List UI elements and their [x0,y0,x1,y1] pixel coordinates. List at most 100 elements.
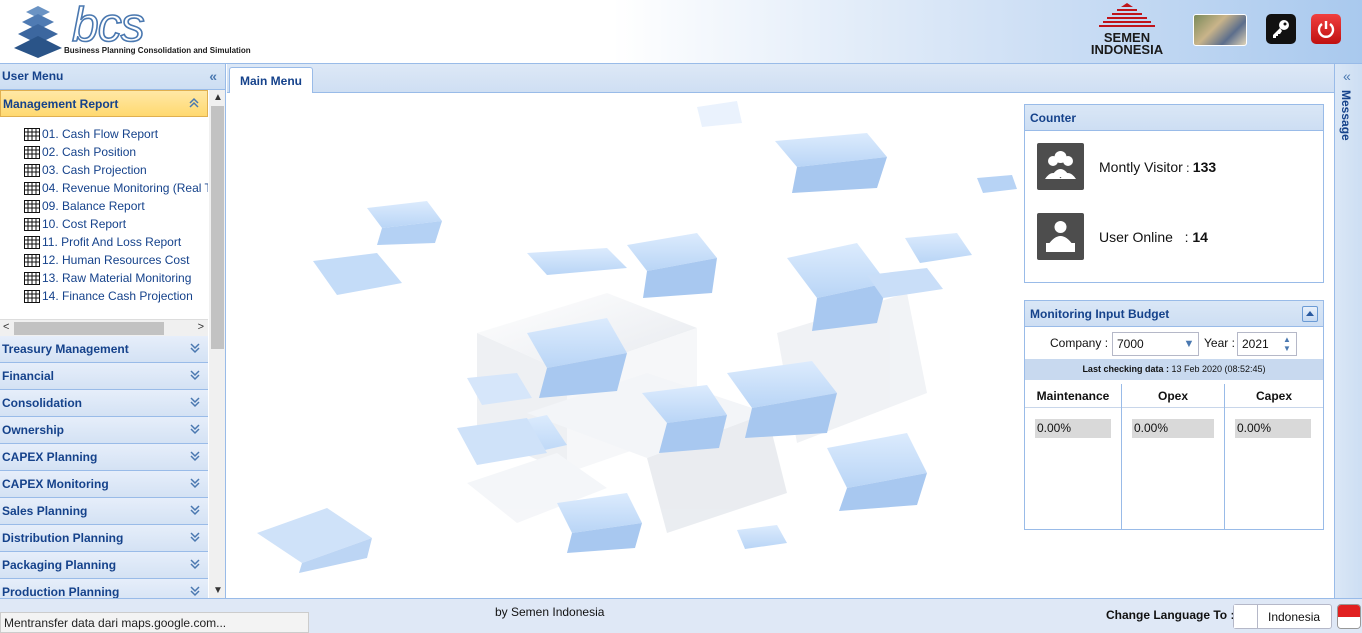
logo-word-2: INDONESIA [1090,42,1164,57]
chevron-down-icon[interactable] [189,396,201,408]
report-item[interactable]: 10. Cost Report [24,215,208,233]
report-doc-icon [24,127,40,141]
report-item[interactable]: 11. Profit And Loss Report [24,233,208,251]
report-doc-icon [24,235,40,249]
section-packaging-planning[interactable]: Packaging Planning [0,552,208,579]
spinner-icon[interactable]: ▲ ▼ [1278,333,1296,355]
scroll-right-icon[interactable]: > [198,321,204,333]
last-checking-bar: Last checking data : 13 Feb 2020 (08:52:… [1025,359,1323,380]
monitoring-budget-panel: Monitoring Input Budget Company : 7000 ▼… [1024,300,1324,530]
report-label: 13. Raw Material Monitoring [42,271,192,285]
power-icon [1317,21,1335,38]
section-ownership[interactable]: Ownership [0,417,208,444]
section-sales-planning[interactable]: Sales Planning [0,498,208,525]
scroll-down-icon[interactable]: ▼ [213,585,223,596]
report-item[interactable]: 01. Cash Flow Report [24,125,208,143]
online-count: 14 [1192,229,1208,245]
users-group-icon [1037,143,1084,190]
language-button[interactable]: Indonesia [1233,604,1332,629]
section-label: Consolidation [2,396,82,410]
section-financial[interactable]: Financial [0,363,208,390]
company-select[interactable]: 7000 ▼ [1112,332,1199,356]
section-management-report[interactable]: Management Report [0,90,208,117]
section-consolidation[interactable]: Consolidation [0,390,208,417]
chevron-down-icon[interactable]: ▼ [1180,333,1198,355]
logout-button[interactable] [1311,14,1341,44]
indonesia-flag-icon[interactable] [1337,604,1361,629]
scroll-thumb[interactable] [211,106,224,349]
report-item[interactable]: 12. Human Resources Cost [24,251,208,269]
chevron-down-icon[interactable] [189,423,201,435]
company-label: Company : [1050,336,1109,350]
tab-main-menu[interactable]: Main Menu [229,67,313,94]
scroll-left-icon[interactable]: < [3,321,9,333]
section-capex-planning[interactable]: CAPEX Planning [0,444,208,471]
chevron-down-icon[interactable] [189,450,201,462]
change-password-button[interactable] [1266,14,1296,44]
opex-column: Opex 0.00% [1122,384,1225,530]
visitor-label: Montly Visitor : 133 [1099,159,1216,175]
counter-panel-header: Counter [1025,105,1323,131]
report-label: 14. Finance Cash Projection [42,289,193,303]
chevron-down-icon[interactable] [189,558,201,570]
report-item[interactable]: 09. Balance Report [24,197,208,215]
section-label: Distribution Planning [2,531,124,545]
capex-value: 0.00% [1235,419,1311,438]
online-separator: : [1172,229,1193,245]
report-label: 10. Cost Report [42,217,127,231]
section-production-planning[interactable]: Production Planning [0,579,208,598]
user-computer-icon [1037,213,1084,260]
budget-title: Monitoring Input Budget [1030,307,1170,321]
visitor-label-text: Montly Visitor [1099,159,1183,175]
chevron-down-icon[interactable] [189,342,201,354]
section-treasury-management[interactable]: Treasury Management [0,336,208,363]
report-label: 03. Cash Projection [42,163,147,177]
message-title[interactable]: Message [1339,90,1353,141]
column-header: Opex [1122,384,1224,408]
last-check-label: Last checking data : [1082,364,1169,374]
cube-background-graphic [257,101,1017,573]
report-item[interactable]: 03. Cash Projection [24,161,208,179]
section-label: CAPEX Planning [2,450,98,464]
report-item[interactable]: 02. Cash Position [24,143,208,161]
online-label: User Online : 14 [1099,229,1208,245]
collapse-panel-button[interactable] [1302,306,1318,322]
last-check-value: 13 Feb 2020 (08:52:45) [1168,364,1266,374]
chevron-down-icon[interactable] [189,369,201,381]
expand-message-icon[interactable]: « [1343,68,1351,84]
report-item[interactable]: 14. Finance Cash Projection [24,287,208,305]
user-online-row: User Online : 14 [1037,213,1317,261]
chevron-down-icon[interactable] [189,477,201,489]
section-label: Management Report [3,97,119,111]
vertical-scrollbar[interactable]: ▲ ▼ [209,90,225,598]
chevron-down-icon[interactable] [189,504,201,516]
message-panel[interactable]: « Message [1334,64,1362,598]
user-avatar[interactable] [1193,14,1247,46]
section-label: Treasury Management [2,342,129,356]
year-stepper[interactable]: 2021 ▲ ▼ [1237,332,1297,356]
section-label: Packaging Planning [2,558,117,572]
report-label: 04. Revenue Monitoring (Real T [42,181,208,195]
report-doc-icon [24,199,40,213]
language-label: Indonesia [1268,610,1321,624]
section-capex-monitoring[interactable]: CAPEX Monitoring [0,471,208,498]
chevron-down-icon[interactable] [189,531,201,543]
report-item[interactable]: 04. Revenue Monitoring (Real T [24,179,208,197]
sidebar-title: User Menu [2,69,64,83]
horizontal-scrollbar[interactable]: < > [0,319,208,336]
scroll-up-icon[interactable]: ▲ [213,92,223,103]
section-label: Production Planning [2,585,120,598]
scroll-thumb[interactable] [14,322,164,335]
sidebar: User Menu « Management Report 01. Cash F… [0,64,226,598]
bcs-logo: bcs Business Planning Consolidation and … [10,0,251,60]
report-label: 12. Human Resources Cost [42,253,190,267]
tab-bar: Main Menu [227,64,1334,94]
chevron-up-icon[interactable] [188,97,200,109]
report-item[interactable]: 13. Raw Material Monitoring [24,269,208,287]
report-label: 09. Balance Report [42,199,145,213]
section-list: Treasury Management Financial Consolidatio… [0,336,208,598]
section-distribution-planning[interactable]: Distribution Planning [0,525,208,552]
collapse-sidebar-icon[interactable]: « [209,68,217,84]
chevron-up-icon [1306,311,1314,316]
chevron-down-icon[interactable] [189,585,201,597]
